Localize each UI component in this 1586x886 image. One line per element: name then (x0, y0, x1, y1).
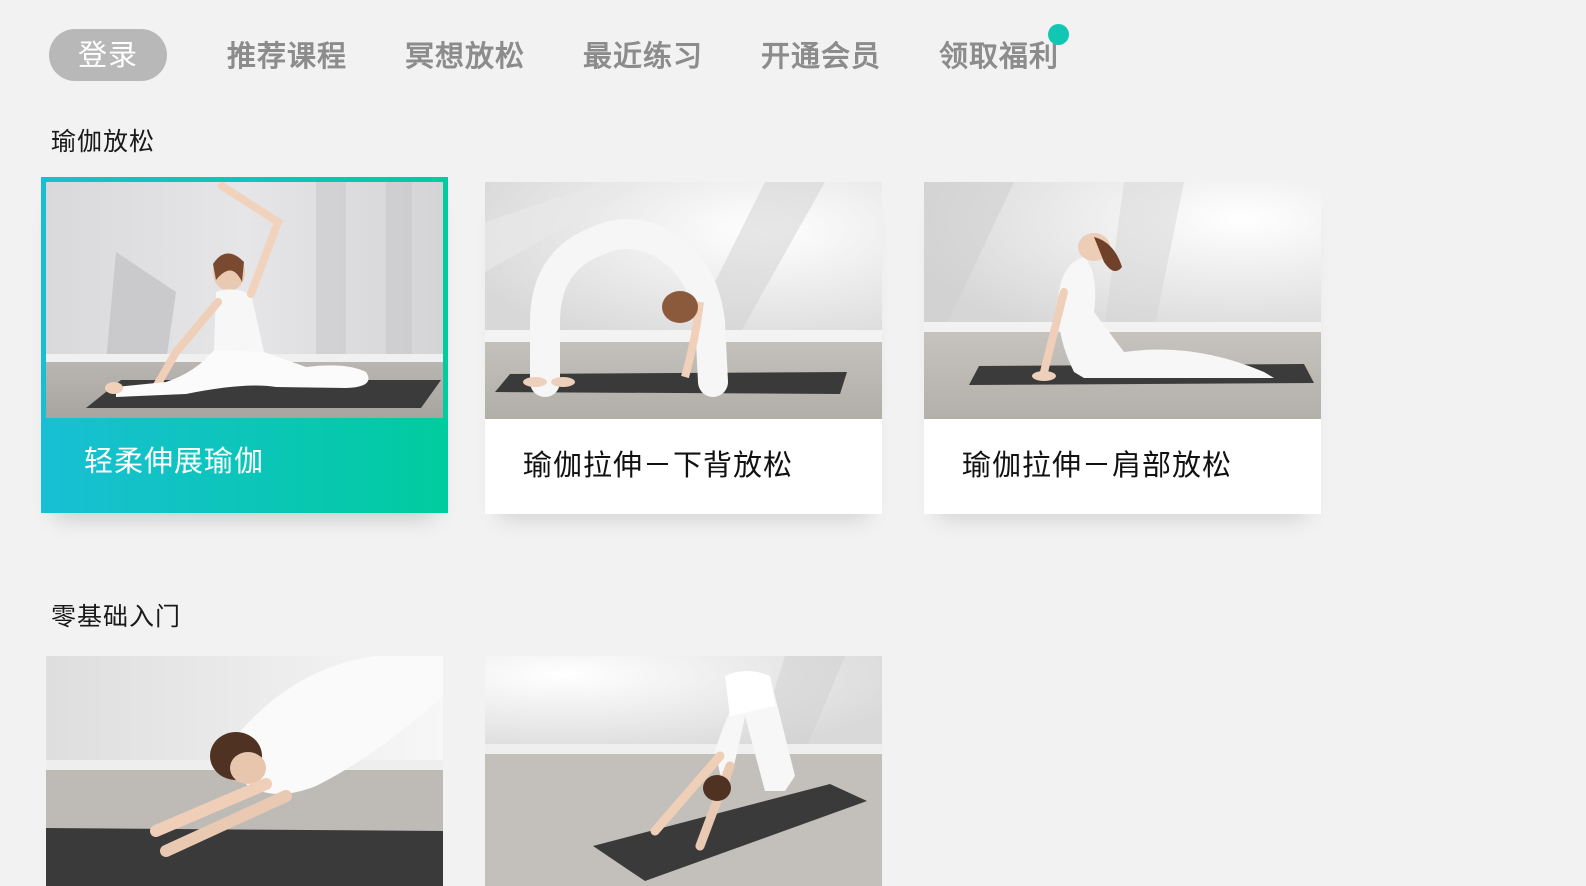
side-stretch-yoga-photo (46, 182, 443, 418)
card-title: 瑜伽拉伸－下背放松 (523, 448, 794, 482)
login-button[interactable]: 登录 (49, 29, 167, 81)
forearm-plank-yoga-photo (46, 656, 443, 886)
top-nav: 登录 推荐课程 冥想放松 最近练习 开通会员 领取福利 (0, 0, 1586, 100)
notification-dot (1048, 24, 1069, 45)
wheel-pose-yoga-photo (485, 182, 882, 419)
course-card-gentle-stretch[interactable]: 轻柔伸展瑜伽 (41, 177, 448, 513)
nav-item-meditation[interactable]: 冥想放松 (405, 32, 525, 80)
cobra-pose-yoga-photo (924, 182, 1321, 419)
nav-item-membership[interactable]: 开通会员 (761, 32, 881, 80)
card-title: 瑜伽拉伸－肩部放松 (962, 448, 1233, 482)
course-card-beginner-2[interactable] (485, 656, 882, 886)
section-title-beginner: 零基础入门 (51, 602, 182, 631)
downward-dog-yoga-photo (485, 656, 882, 886)
card-title: 轻柔伸展瑜伽 (84, 444, 265, 478)
course-card-beginner-1[interactable] (46, 656, 443, 886)
course-card-lower-back[interactable]: 瑜伽拉伸－下背放松 (485, 182, 882, 514)
nav-item-recent-practice[interactable]: 最近练习 (583, 32, 703, 80)
nav-item-benefits[interactable]: 领取福利 (939, 32, 1059, 80)
course-card-shoulder[interactable]: 瑜伽拉伸－肩部放松 (924, 182, 1321, 514)
nav-item-recommended-courses[interactable]: 推荐课程 (227, 32, 347, 80)
section-title-yoga-relax: 瑜伽放松 (51, 127, 156, 156)
